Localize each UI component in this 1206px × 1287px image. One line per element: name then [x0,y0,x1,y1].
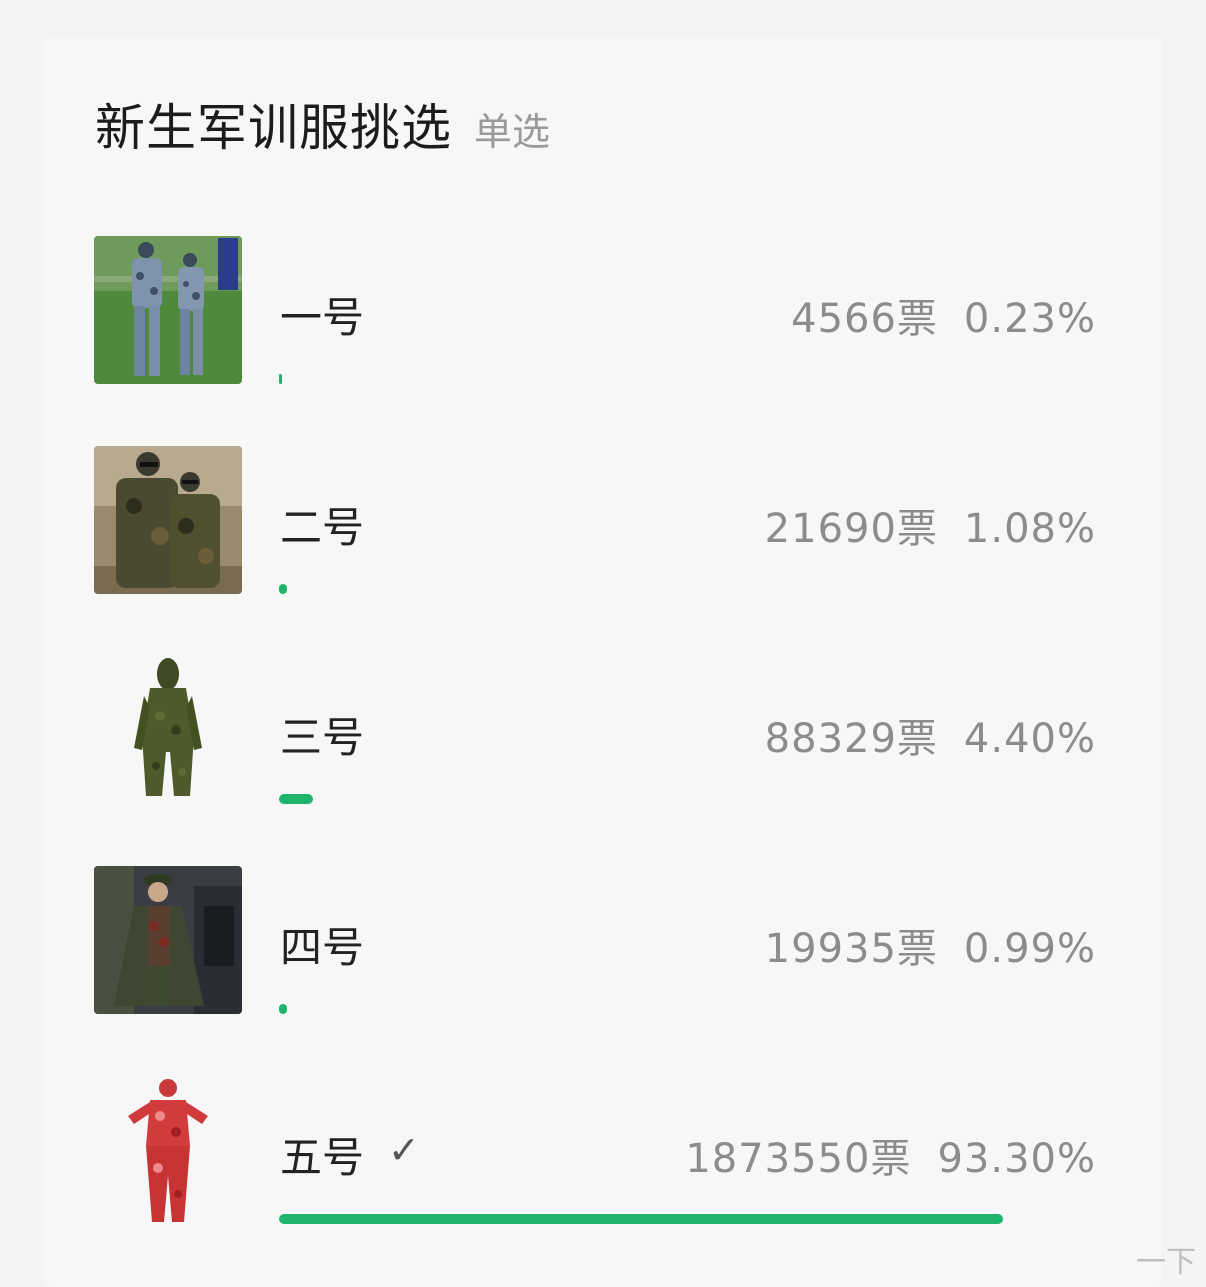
option-votes: 1873550 [685,1136,871,1182]
poll-title: 新生军训服挑选 [95,99,452,157]
option-label: 五号 [280,1133,365,1182]
option-stats: 88329票 4.40% [765,706,1096,764]
option-progress-track [279,1004,1055,1014]
option-progress-bar [279,1214,1003,1224]
option-progress-bar [279,374,282,384]
option-image-woodland-camouflage [94,446,242,594]
option-vote-unit: 票 [896,926,938,972]
option-vote-unit: 票 [896,296,938,342]
poll-option-2[interactable]: 二号 21690票 1.08% [0,446,1206,606]
watermark: 一下 [1136,1245,1196,1280]
option-progress-bar [279,794,314,804]
poll-option-1[interactable]: 一号 4566票 0.23% [0,236,1206,396]
checkmark-icon: ✓ [388,1128,420,1172]
poll-header: 新生军训服挑选 单选 [95,88,550,160]
option-percent: 4.40% [963,716,1096,762]
option-progress-bar [279,584,288,594]
option-votes: 88329 [764,716,897,762]
option-vote-unit: 票 [896,506,938,552]
option-votes: 4566 [791,296,897,342]
option-percent: 0.99% [963,926,1096,972]
option-label: 二号 [280,503,365,552]
poll-option-4[interactable]: 四号 19935票 0.99% [0,866,1206,1026]
option-vote-unit: 票 [896,716,938,762]
option-percent: 1.08% [963,506,1096,552]
option-progress-track [279,584,1055,594]
option-progress-track [279,794,1055,804]
option-stats: 19935票 0.99% [765,916,1096,974]
option-stats: 21690票 1.08% [765,496,1096,554]
option-image-red-camouflage [94,1076,242,1224]
option-stats: 4566票 0.23% [791,286,1096,344]
option-percent: 93.30% [937,1136,1096,1182]
option-image-blue-camouflage [94,236,242,384]
option-label: 三号 [280,713,365,762]
option-progress-track [279,374,1055,384]
option-votes: 21690 [764,506,897,552]
option-vote-unit: 票 [870,1136,912,1182]
option-image-ghillie-suit [94,656,242,804]
option-progress-track [279,1214,1055,1224]
option-votes: 19935 [764,926,897,972]
poll-option-3[interactable]: 三号 88329票 4.40% [0,656,1206,816]
option-label: 一号 [280,293,365,342]
option-progress-bar [279,1004,287,1014]
option-label: 四号 [280,923,365,972]
poll-mode-label: 单选 [474,110,551,154]
option-image-military-cape [94,866,242,1014]
option-stats: 1873550票 93.30% [685,1126,1096,1184]
poll-option-5[interactable]: 五号 ✓ 1873550票 93.30% [0,1076,1206,1236]
option-percent: 0.23% [963,296,1096,342]
